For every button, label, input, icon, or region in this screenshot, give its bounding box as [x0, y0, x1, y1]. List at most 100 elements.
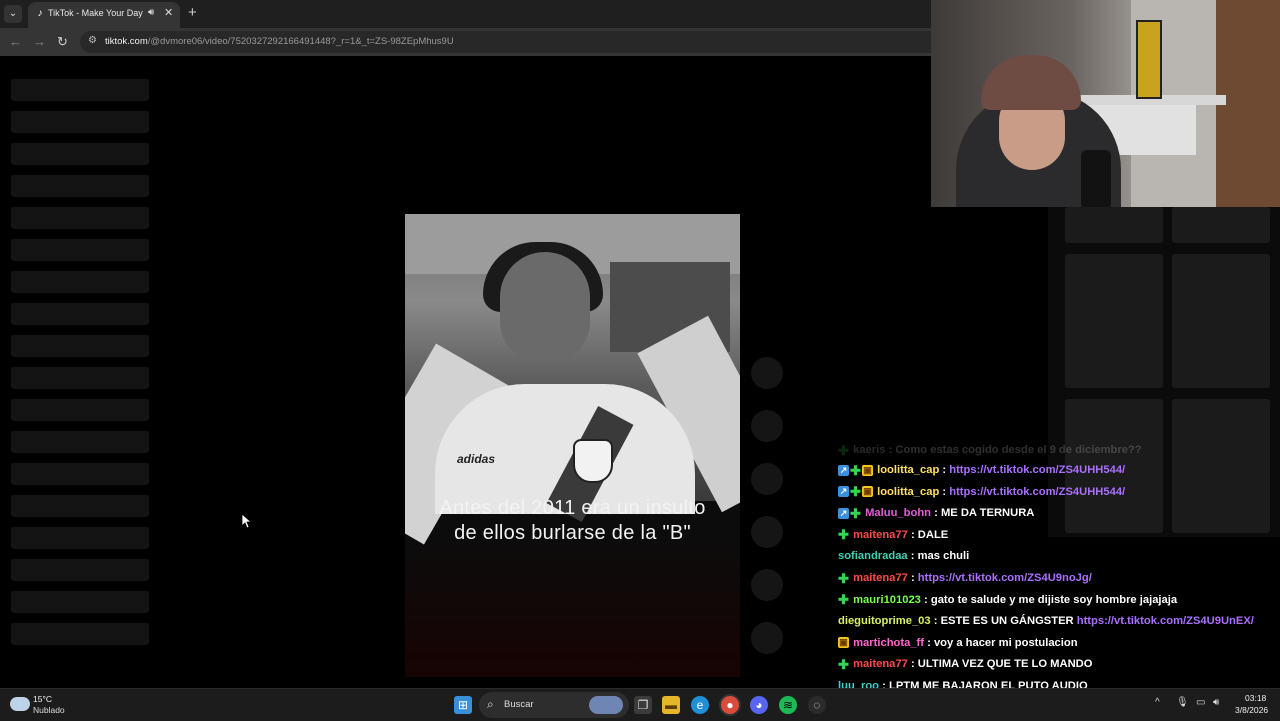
spotify-icon[interactable]: ≋ [779, 696, 797, 714]
reload-icon[interactable]: ↻ [57, 34, 68, 50]
chevron-up-icon[interactable]: ^ [1155, 697, 1160, 708]
action-button[interactable] [751, 569, 783, 601]
chat-username: maitena77 [853, 658, 908, 671]
browser-toolbar: ← → ↻ ⚙ tiktok.com/@dvmore06/video/75203… [0, 28, 931, 56]
chat-separator: : [930, 507, 941, 520]
chrome-icon[interactable]: ● [721, 696, 739, 714]
chat-text: voy a hacer mi postulacion [933, 636, 1078, 649]
microphone-icon [1081, 150, 1111, 207]
video-frame: adidas [405, 214, 740, 545]
file-explorer-icon[interactable]: ▬ [662, 696, 680, 714]
tab-title: TikTok - Make Your Day [48, 8, 143, 18]
weather-desc[interactable]: Nublado [33, 705, 65, 715]
video-player[interactable]: adidas Antes del 2011 era un insulto de … [405, 214, 740, 677]
prime-badge-icon: ↗ [838, 507, 849, 519]
chat-link[interactable]: https://vt.tiktok.com/ZS4U9noJg/ [918, 572, 1092, 584]
chat-separator: : [907, 528, 918, 541]
sidebar-placeholder [11, 591, 149, 613]
tab-tiktok[interactable]: ♪ TikTok - Make Your Day 🔊︎ ✕ [28, 2, 180, 28]
webcam-overlay [931, 0, 1280, 207]
share-button[interactable] [751, 516, 783, 548]
sub-badge-icon: ▣ [862, 464, 873, 476]
search-icon: ⌕ [487, 697, 494, 711]
taskbar-search[interactable]: ⌕ Buscar [479, 692, 629, 718]
video-caption: Antes del 2011 era un insulto de ellos b… [405, 496, 740, 546]
comment-button[interactable] [751, 410, 783, 442]
chat-text: mas chuli [917, 550, 970, 563]
streamer-cap [981, 55, 1081, 110]
chat-username: martichota_ff [853, 636, 924, 649]
app-icon[interactable]: ◌ [808, 696, 826, 714]
tab-search-chevron-icon[interactable]: ⌄ [4, 5, 22, 23]
search-highlight-icon [589, 696, 623, 714]
video-face [500, 252, 590, 362]
chat-message: ✚ maitena77 : ULTIMA VEZ QUE TE LO MANDO [838, 654, 1092, 674]
search-label: Buscar [504, 699, 534, 710]
chat-text: DALE [917, 528, 949, 541]
chat-username: dieguitoprime_03 [838, 615, 931, 628]
clock-time[interactable]: 03:18 [1245, 693, 1266, 703]
cloud-icon[interactable] [10, 697, 30, 711]
task-view-icon[interactable]: ❐ [634, 696, 652, 714]
plus-badge-icon: ✚ [850, 484, 861, 500]
chat-username: kaeris [853, 444, 886, 456]
windows-taskbar: 15°C Nublado ⊞ ⌕ Buscar ❐ ▬ e ● ◕ ≋ ◌ ^ … [0, 688, 1280, 721]
speaker-icon[interactable]: 🔊︎ [148, 7, 154, 18]
chat-message: ✚ kaeris : Como estas cogido desde el 9 … [838, 442, 1142, 458]
bookmark-button[interactable] [751, 463, 783, 495]
like-button[interactable] [751, 357, 783, 389]
new-tab-plus-icon[interactable]: + [188, 4, 197, 21]
edge-icon[interactable]: e [691, 696, 709, 714]
mouse-cursor-icon [242, 514, 252, 529]
browser-tab-strip: ⌄ ♪ TikTok - Make Your Day 🔊︎ ✕ + [0, 0, 931, 28]
site-info-icon[interactable]: ⚙ [88, 35, 97, 46]
chat-message: ↗ ✚ Maluu_bohn : ME DA TERNURA [838, 503, 1034, 523]
chat-username: sofiandradaa [838, 550, 908, 563]
sidebar-placeholder [11, 367, 149, 389]
sidebar-placeholder [11, 623, 149, 645]
chat-username: loolitta_cap [877, 485, 940, 498]
chat-username: loolitta_cap [877, 464, 940, 476]
weather-temp[interactable]: 15°C [33, 694, 52, 704]
clock-date[interactable]: 3/8/2026 [1235, 705, 1268, 715]
sidebar-placeholder [11, 495, 149, 517]
forward-arrow-icon[interactable]: → [33, 34, 46, 49]
url-text[interactable]: tiktok.com/@dvmore06/video/7520327292166… [105, 36, 454, 47]
sub-badge-icon: ▣ [838, 637, 849, 649]
windows-start-icon[interactable]: ⊞ [454, 696, 472, 714]
chat-separator: : [939, 485, 950, 498]
chat-username: maitena77 [853, 572, 908, 584]
club-crest-icon [573, 439, 613, 483]
close-tab-icon[interactable]: ✕ [164, 6, 173, 19]
network-icon[interactable]: ▭ [1196, 697, 1205, 708]
chat-message: ↗ ✚ ▣ loolitta_cap : https://vt.tiktok.com… [838, 460, 1125, 480]
tiktok-icon: ♪ [37, 8, 43, 19]
chat-message: ✚ mauri101023 : gato te salude y me diji… [838, 590, 1177, 610]
address-bar[interactable]: ⚙ tiktok.com/@dvmore06/video/75203272921… [80, 31, 931, 53]
chat-link[interactable]: https://vt.tiktok.com/ZS4U9UnEX/ [1077, 615, 1254, 627]
chat-link[interactable]: https://vt.tiktok.com/ZS4UHH544/ [949, 486, 1125, 498]
microphone-tray-icon[interactable]: 🎙︎ [1176, 697, 1189, 708]
sidebar-placeholder [11, 207, 149, 229]
sidebar-placeholder [11, 335, 149, 357]
sidebar-placeholder [11, 111, 149, 133]
discord-icon[interactable]: ◕ [750, 696, 768, 714]
back-arrow-icon[interactable]: ← [9, 34, 22, 49]
plus-badge-icon: ✚ [838, 592, 849, 608]
chat-message: ✚ maitena77 : DALE [838, 525, 948, 545]
sidebar-placeholder [11, 303, 149, 325]
chat-separator: : [907, 572, 918, 584]
chat-overlay: ✚ kaeris : Como estas cogido desde el 9 … [838, 440, 1280, 720]
sidebar-placeholder [11, 239, 149, 261]
chat-link[interactable]: https://vt.tiktok.com/ZS4UHH544/ [949, 464, 1125, 476]
chat-separator: : [939, 464, 950, 476]
overlay-placeholder [1065, 207, 1163, 243]
plus-badge-icon: ✚ [838, 527, 849, 543]
caption-line: de ellos burlarse de la "B" [454, 522, 691, 544]
caption-line: Antes del 2011 era un insulto [439, 497, 706, 519]
volume-icon[interactable]: 🔊︎ [1213, 697, 1219, 708]
action-button[interactable] [751, 622, 783, 654]
plus-badge-icon: ✚ [850, 462, 861, 478]
sidebar-placeholder [11, 559, 149, 581]
plus-badge-icon: ✚ [850, 505, 861, 521]
